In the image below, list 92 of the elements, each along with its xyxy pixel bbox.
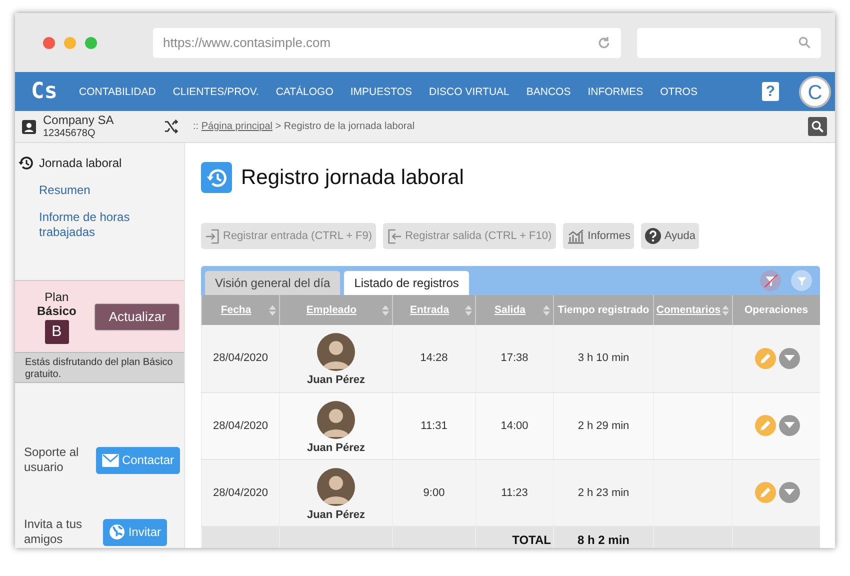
plan-note: Estás disfrutando del plan Básico gratuito. <box>15 352 184 383</box>
close-window-icon[interactable] <box>43 36 55 48</box>
avatar-placeholder <box>317 468 355 506</box>
tab[interactable]: Visión general del día <box>205 271 340 295</box>
column-header[interactable]: Fecha <box>202 295 280 325</box>
breadcrumb: :: Página principal > Registro de la jornada laboral <box>192 121 416 132</box>
column-header[interactable]: Entrada <box>392 295 476 325</box>
search-button[interactable] <box>808 117 827 136</box>
browser-search-field[interactable] <box>636 28 821 58</box>
help-button[interactable]: ? <box>762 82 779 101</box>
profile-avatar[interactable]: C <box>799 76 831 108</box>
invite-label: Invita a tus amigos <box>24 517 84 547</box>
nav-menu-item[interactable]: DISCO VIRTUAL <box>429 86 510 98</box>
plan-name: Básico <box>37 304 76 318</box>
tab[interactable]: Listado de registros <box>344 271 469 295</box>
avatar-placeholder <box>317 400 355 438</box>
support-label: Soporte al usuario <box>24 445 80 475</box>
nav-menu-item[interactable]: OTROS <box>660 86 698 98</box>
column-header[interactable]: Empleado <box>280 295 392 325</box>
avatar-placeholder <box>317 333 355 372</box>
table-cell: 28/04/2020 <box>202 459 280 526</box>
plan-label: Plan <box>44 290 70 304</box>
maximize-window-icon[interactable] <box>85 36 97 48</box>
shuffle-icon[interactable] <box>164 119 179 134</box>
total-label: TOTAL <box>476 526 554 548</box>
address-bar[interactable]: https://www.contasimple.com <box>153 28 621 58</box>
help-icon <box>645 228 662 244</box>
logo[interactable]: Cs <box>31 79 79 104</box>
table-cell: 14:28 <box>392 325 476 392</box>
globe-icon <box>109 524 126 540</box>
page-title: Registro jornada laboral <box>241 166 464 190</box>
company-name: Company SA <box>43 114 115 126</box>
nav-menu-item[interactable]: CLIENTES/PROV. <box>172 86 259 98</box>
column-header[interactable]: Salida <box>476 295 554 325</box>
edit-icon[interactable] <box>754 482 776 503</box>
sort-icon[interactable] <box>382 305 389 316</box>
contact-card-icon <box>21 118 37 134</box>
section-title: Jornada laboral <box>39 156 122 170</box>
column-header[interactable]: Comentarios <box>654 295 732 325</box>
sidebar-link[interactable]: Resumen <box>15 171 145 198</box>
total-value: 8 h 2 min <box>554 526 654 548</box>
contact-button[interactable]: Contactar <box>96 446 180 474</box>
dropdown-icon[interactable] <box>778 348 800 369</box>
nav-menu-item[interactable]: INFORMES <box>588 86 644 98</box>
history-icon <box>18 155 34 171</box>
filter-icon[interactable] <box>791 270 812 291</box>
table-cell: 2 h 23 min <box>554 459 654 526</box>
plan-badge: B <box>44 320 69 344</box>
table-cell: 17:38 <box>476 325 554 392</box>
edit-icon[interactable] <box>754 348 776 369</box>
employee-name: Juan Pérez <box>306 508 366 520</box>
table-cell: 3 h 10 min <box>554 325 654 392</box>
table-cell: 11:31 <box>392 392 476 459</box>
employee-name: Juan Pérez <box>306 374 366 386</box>
reload-icon[interactable] <box>596 36 611 50</box>
breadcrumb-link[interactable]: Página principal <box>201 121 273 132</box>
upgrade-button[interactable]: Actualizar <box>94 302 180 330</box>
sort-icon[interactable] <box>543 305 550 316</box>
edit-icon[interactable] <box>754 415 776 436</box>
dropdown-icon[interactable] <box>778 415 800 436</box>
chart-icon <box>566 228 585 244</box>
company-id: 12345678Q <box>43 126 96 140</box>
column-header: Tiempo registrado <box>554 295 654 325</box>
sidebar-link[interactable]: Informe de horas trabajadas <box>15 198 145 240</box>
sort-icon[interactable] <box>465 305 472 316</box>
table-cell: 11:23 <box>476 459 554 526</box>
table-cell: 14:00 <box>476 392 554 459</box>
sort-icon[interactable] <box>269 305 276 316</box>
toolbar-button[interactable]: Registrar salida (CTRL + F10) <box>383 223 556 249</box>
dropdown-icon[interactable] <box>778 482 800 503</box>
nav-menu-item[interactable]: BANCOS <box>526 86 571 98</box>
nav-menu-item[interactable]: CATÁLOGO <box>276 86 334 98</box>
toolbar-button[interactable]: Registrar entrada (CTRL + F9) <box>201 223 376 249</box>
sign-out-icon <box>387 228 402 244</box>
clear-filter-icon[interactable] <box>760 270 781 291</box>
toolbar-button[interactable]: Ayuda <box>641 223 700 249</box>
table-cell: 2 h 29 min <box>554 392 654 459</box>
table-cell: 28/04/2020 <box>202 325 280 392</box>
employee-name: Juan Pérez <box>306 442 366 454</box>
sort-icon[interactable] <box>722 305 729 316</box>
table-cell: 28/04/2020 <box>202 392 280 459</box>
nav-menu-item[interactable]: CONTABILIDAD <box>79 86 156 98</box>
invite-button[interactable]: Invitar <box>103 518 167 546</box>
history-icon <box>201 162 232 193</box>
toolbar-button[interactable]: Informes <box>562 223 634 249</box>
envelope-icon <box>102 454 119 466</box>
nav-menu-item[interactable]: IMPUESTOS <box>350 86 412 98</box>
table-cell: 9:00 <box>392 459 476 526</box>
sign-in-icon <box>205 228 220 244</box>
search-icon <box>798 36 811 49</box>
minimize-window-icon[interactable] <box>64 36 76 48</box>
column-header: Operaciones <box>732 295 820 325</box>
